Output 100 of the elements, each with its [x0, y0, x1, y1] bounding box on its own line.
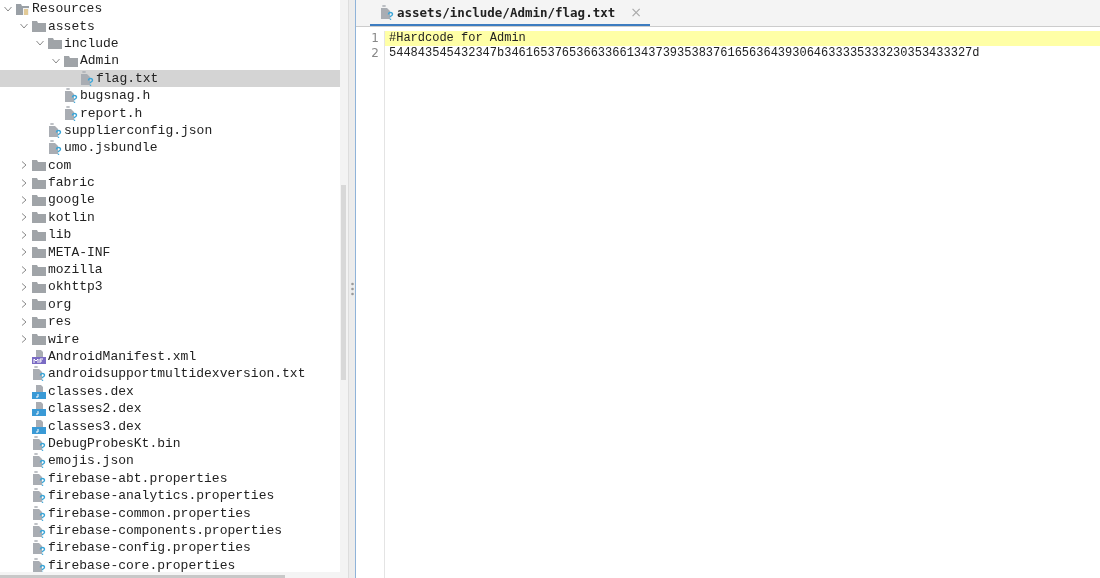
folder-icon [32, 211, 46, 224]
tree-label: mozilla [48, 262, 103, 278]
tree-row[interactable]: org [0, 295, 340, 314]
tree-row[interactable]: include [0, 34, 340, 53]
manifest-file-icon [32, 349, 46, 364]
tree-label: com [48, 157, 72, 173]
tree-label: report.h [80, 105, 143, 121]
tree-label: res [48, 314, 72, 330]
tree-label: AndroidManifest.xml [48, 349, 197, 364]
folder-icon [32, 194, 46, 206]
tree-label: wire [48, 331, 80, 347]
folder-icon [32, 246, 46, 259]
tree-row[interactable]: androidsupportmultidexversion.txt [0, 365, 340, 383]
tree-row[interactable]: classes3.dex [0, 417, 340, 435]
chevron-right-icon[interactable] [20, 265, 28, 274]
chevron-down-icon[interactable] [20, 22, 28, 31]
tree-row[interactable]: supplierconfig.json [0, 121, 340, 140]
tree-row[interactable]: report.h [0, 104, 340, 122]
scrollbar-thumb[interactable] [341, 185, 346, 380]
dex-file-icon [32, 383, 46, 399]
chevron-right-icon[interactable] [20, 178, 28, 187]
tree-label: umo.jsbundle [64, 140, 158, 156]
tree-label: flag.txt [96, 70, 159, 86]
tree-label: assets [48, 18, 95, 34]
scrollbar-thumb[interactable] [0, 575, 285, 578]
unknown-file-icon [32, 470, 46, 486]
chevron-down-icon[interactable] [36, 39, 44, 48]
tree-label: firebase-abt.properties [48, 470, 228, 486]
tree-label: fabric [48, 175, 95, 191]
tree-row[interactable]: classes.dex [0, 382, 340, 400]
folder-icon [32, 228, 46, 241]
tree-row[interactable]: bugsnag.h [0, 86, 340, 105]
folder-icon [32, 20, 46, 33]
code-line: #Hardcode for Admin [389, 31, 526, 45]
tree-label: bugsnag.h [80, 88, 151, 104]
tree-row[interactable]: assets [0, 17, 340, 35]
tree-label: firebase-core.properties [48, 557, 236, 572]
splitter-handle[interactable] [348, 0, 356, 578]
tree-row[interactable]: res [0, 313, 340, 331]
tree-label: Admin [80, 53, 119, 69]
tree-row[interactable]: META-INF [0, 243, 340, 261]
unknown-file-icon [64, 88, 78, 104]
tree-row[interactable]: umo.jsbundle [0, 139, 340, 157]
chevron-right-icon[interactable] [20, 196, 28, 204]
folder-icon [64, 54, 78, 67]
folder-icon [32, 298, 46, 311]
folder-icon [32, 263, 46, 276]
tree-row[interactable]: classes2.dex [0, 400, 340, 418]
chevron-right-icon[interactable] [20, 300, 28, 309]
chevron-right-icon[interactable] [20, 335, 28, 344]
tree-label: androidsupportmultidexversion.txt [48, 366, 306, 382]
tree-label: META-INF [48, 244, 111, 260]
tree-row[interactable]: emojis.json [0, 452, 340, 470]
tree-row[interactable]: flag.txt [0, 69, 340, 87]
chevron-right-icon[interactable] [20, 282, 28, 291]
code-line: 544843545432347b34616537653663366134373935383761656364393064633335333230353433327d [389, 46, 980, 60]
tree-row[interactable]: mozilla [0, 260, 340, 279]
tree-label: classes3.dex [48, 418, 142, 434]
tree-row[interactable]: fabric [0, 173, 340, 192]
tree-row[interactable]: Admin [0, 52, 340, 70]
tree-row[interactable]: firebase-abt.properties [0, 469, 340, 487]
chevron-right-icon[interactable] [20, 317, 28, 326]
tree-label: supplierconfig.json [64, 122, 213, 138]
unknown-file-icon [32, 366, 46, 382]
tree-row[interactable]: AndroidManifest.xml [0, 347, 340, 366]
tree-label: kotlin [48, 209, 95, 225]
tree-row[interactable]: firebase-components.properties [0, 521, 340, 540]
unknown-file-icon [32, 540, 46, 556]
tree-label: firebase-common.properties [48, 505, 251, 521]
folder-icon [32, 280, 46, 293]
unknown-file-icon [32, 488, 46, 504]
chevron-down-icon[interactable] [52, 56, 60, 65]
tree-row[interactable]: firebase-common.properties [0, 504, 340, 522]
chevron-right-icon[interactable] [20, 248, 28, 257]
tree-row[interactable]: com [0, 156, 340, 174]
unknown-file-icon [32, 505, 46, 521]
chevron-right-icon[interactable] [20, 230, 28, 239]
line-number: 2 [371, 46, 379, 60]
tree-row[interactable]: DebugProbesKt.bin [0, 434, 340, 453]
dex-file-icon [32, 401, 46, 417]
tree-row[interactable]: firebase-analytics.properties [0, 486, 340, 505]
tree-label: org [48, 296, 72, 312]
unknown-file-icon [32, 435, 46, 451]
resources-folder-icon [16, 1, 30, 16]
chevron-right-icon[interactable] [20, 213, 28, 222]
unknown-file-icon [32, 453, 46, 469]
tree-row[interactable]: lib [0, 226, 340, 244]
chevron-right-icon[interactable] [20, 161, 28, 170]
tree-row[interactable]: firebase-config.properties [0, 539, 340, 557]
tree-row[interactable]: firebase-core.properties [0, 556, 340, 572]
chevron-down-icon[interactable] [4, 4, 12, 13]
unknown-file-icon [380, 4, 394, 20]
line-number: 1 [371, 31, 379, 45]
tree-row[interactable]: wire [0, 330, 340, 348]
tree-row[interactable]: google [0, 191, 340, 209]
tree-label: okhttp3 [48, 279, 103, 295]
tree-row[interactable]: kotlin [0, 208, 340, 227]
tree-row[interactable]: Resources [0, 0, 340, 18]
unknown-file-icon [32, 522, 46, 538]
tree-row[interactable]: okhttp3 [0, 278, 340, 296]
